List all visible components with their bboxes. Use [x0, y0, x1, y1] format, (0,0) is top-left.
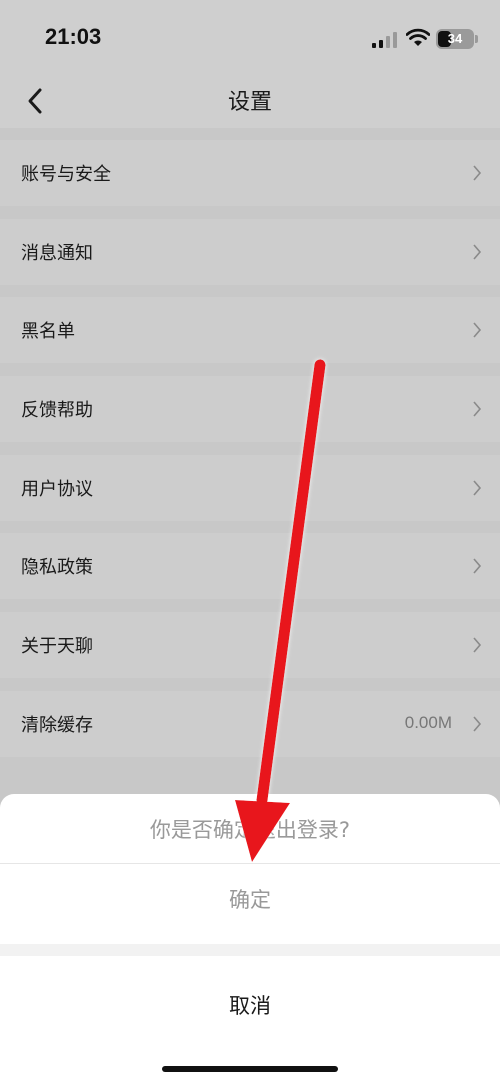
menu-item-label: 关于天聊: [21, 636, 93, 657]
battery-tip: [475, 35, 478, 43]
menu-item-notifications[interactable]: 消息通知: [0, 219, 500, 285]
menu-item-label: 隐私政策: [21, 557, 93, 578]
confirm-button-label: 确定: [229, 888, 271, 912]
logout-question: 你是否确定退出登录?: [149, 818, 351, 842]
menu-item-feedback-help[interactable]: 反馈帮助: [0, 376, 500, 442]
menu-item-label: 账号与安全: [21, 164, 111, 185]
confirm-button[interactable]: 确定: [0, 864, 500, 938]
chevron-right-icon: [473, 558, 482, 574]
svg-text:经验: 经验: [454, 1043, 488, 1063]
svg-text:Bai: Bai: [382, 1034, 422, 1064]
menu-item-user-agreement[interactable]: 用户协议: [0, 455, 500, 521]
home-indicator[interactable]: [162, 1066, 338, 1072]
sheet-separator: [0, 944, 500, 956]
navigation-bar: 设置: [0, 78, 500, 128]
cache-size-value: 0.00M: [404, 713, 452, 732]
chevron-right-icon: [473, 322, 482, 338]
chevron-right-icon: [473, 637, 482, 653]
menu-item-label: 反馈帮助: [21, 400, 93, 421]
menu-item-label: 黑名单: [21, 321, 75, 342]
menu-item-label: 用户协议: [21, 479, 93, 500]
wifi-icon: [406, 28, 430, 46]
menu-item-clear-cache[interactable]: 清除缓存 0.00M: [0, 691, 500, 757]
cellular-signal-icon: [372, 32, 400, 48]
chevron-right-icon: [473, 480, 482, 496]
battery-icon: 34: [436, 29, 474, 49]
chevron-right-icon: [473, 244, 482, 260]
chevron-right-icon: [473, 401, 482, 417]
baidu-watermark-logo: Bai 经验: [381, 1033, 488, 1065]
menu-item-label: 清除缓存: [21, 715, 93, 736]
status-bar: 21:03 34: [0, 0, 500, 78]
page-title: 设置: [227, 90, 272, 115]
menu-item-privacy-policy[interactable]: 隐私政策: [0, 533, 500, 599]
battery-level: 34: [447, 31, 463, 46]
menu-item-blacklist[interactable]: 黑名单: [0, 297, 500, 363]
chevron-right-icon: [473, 165, 482, 181]
menu-item-account-security[interactable]: 账号与安全: [0, 140, 500, 206]
chevron-right-icon: [473, 716, 482, 732]
menu-item-about[interactable]: 关于天聊: [0, 612, 500, 678]
menu-item-label: 消息通知: [21, 243, 93, 264]
status-time: 21:03: [45, 24, 102, 49]
